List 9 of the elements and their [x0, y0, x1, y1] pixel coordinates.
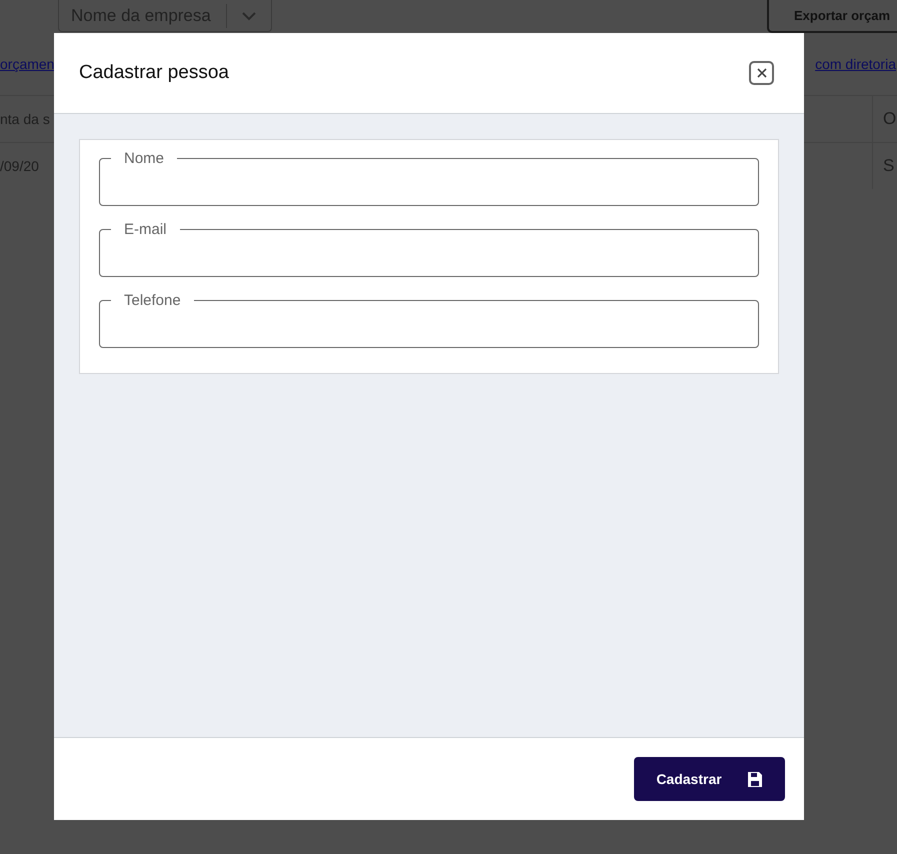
chevron-down-icon	[241, 10, 257, 20]
close-icon	[756, 68, 766, 78]
submit-button[interactable]: Cadastrar	[634, 757, 785, 801]
save-icon	[746, 770, 763, 788]
dialog-title: Cadastrar pessoa	[79, 62, 230, 84]
text-field[interactable]: E-mail	[99, 221, 759, 277]
text-field[interactable]: Nome	[99, 150, 759, 206]
close-button[interactable]	[749, 61, 774, 85]
text-field[interactable]: Telefone	[99, 292, 759, 348]
